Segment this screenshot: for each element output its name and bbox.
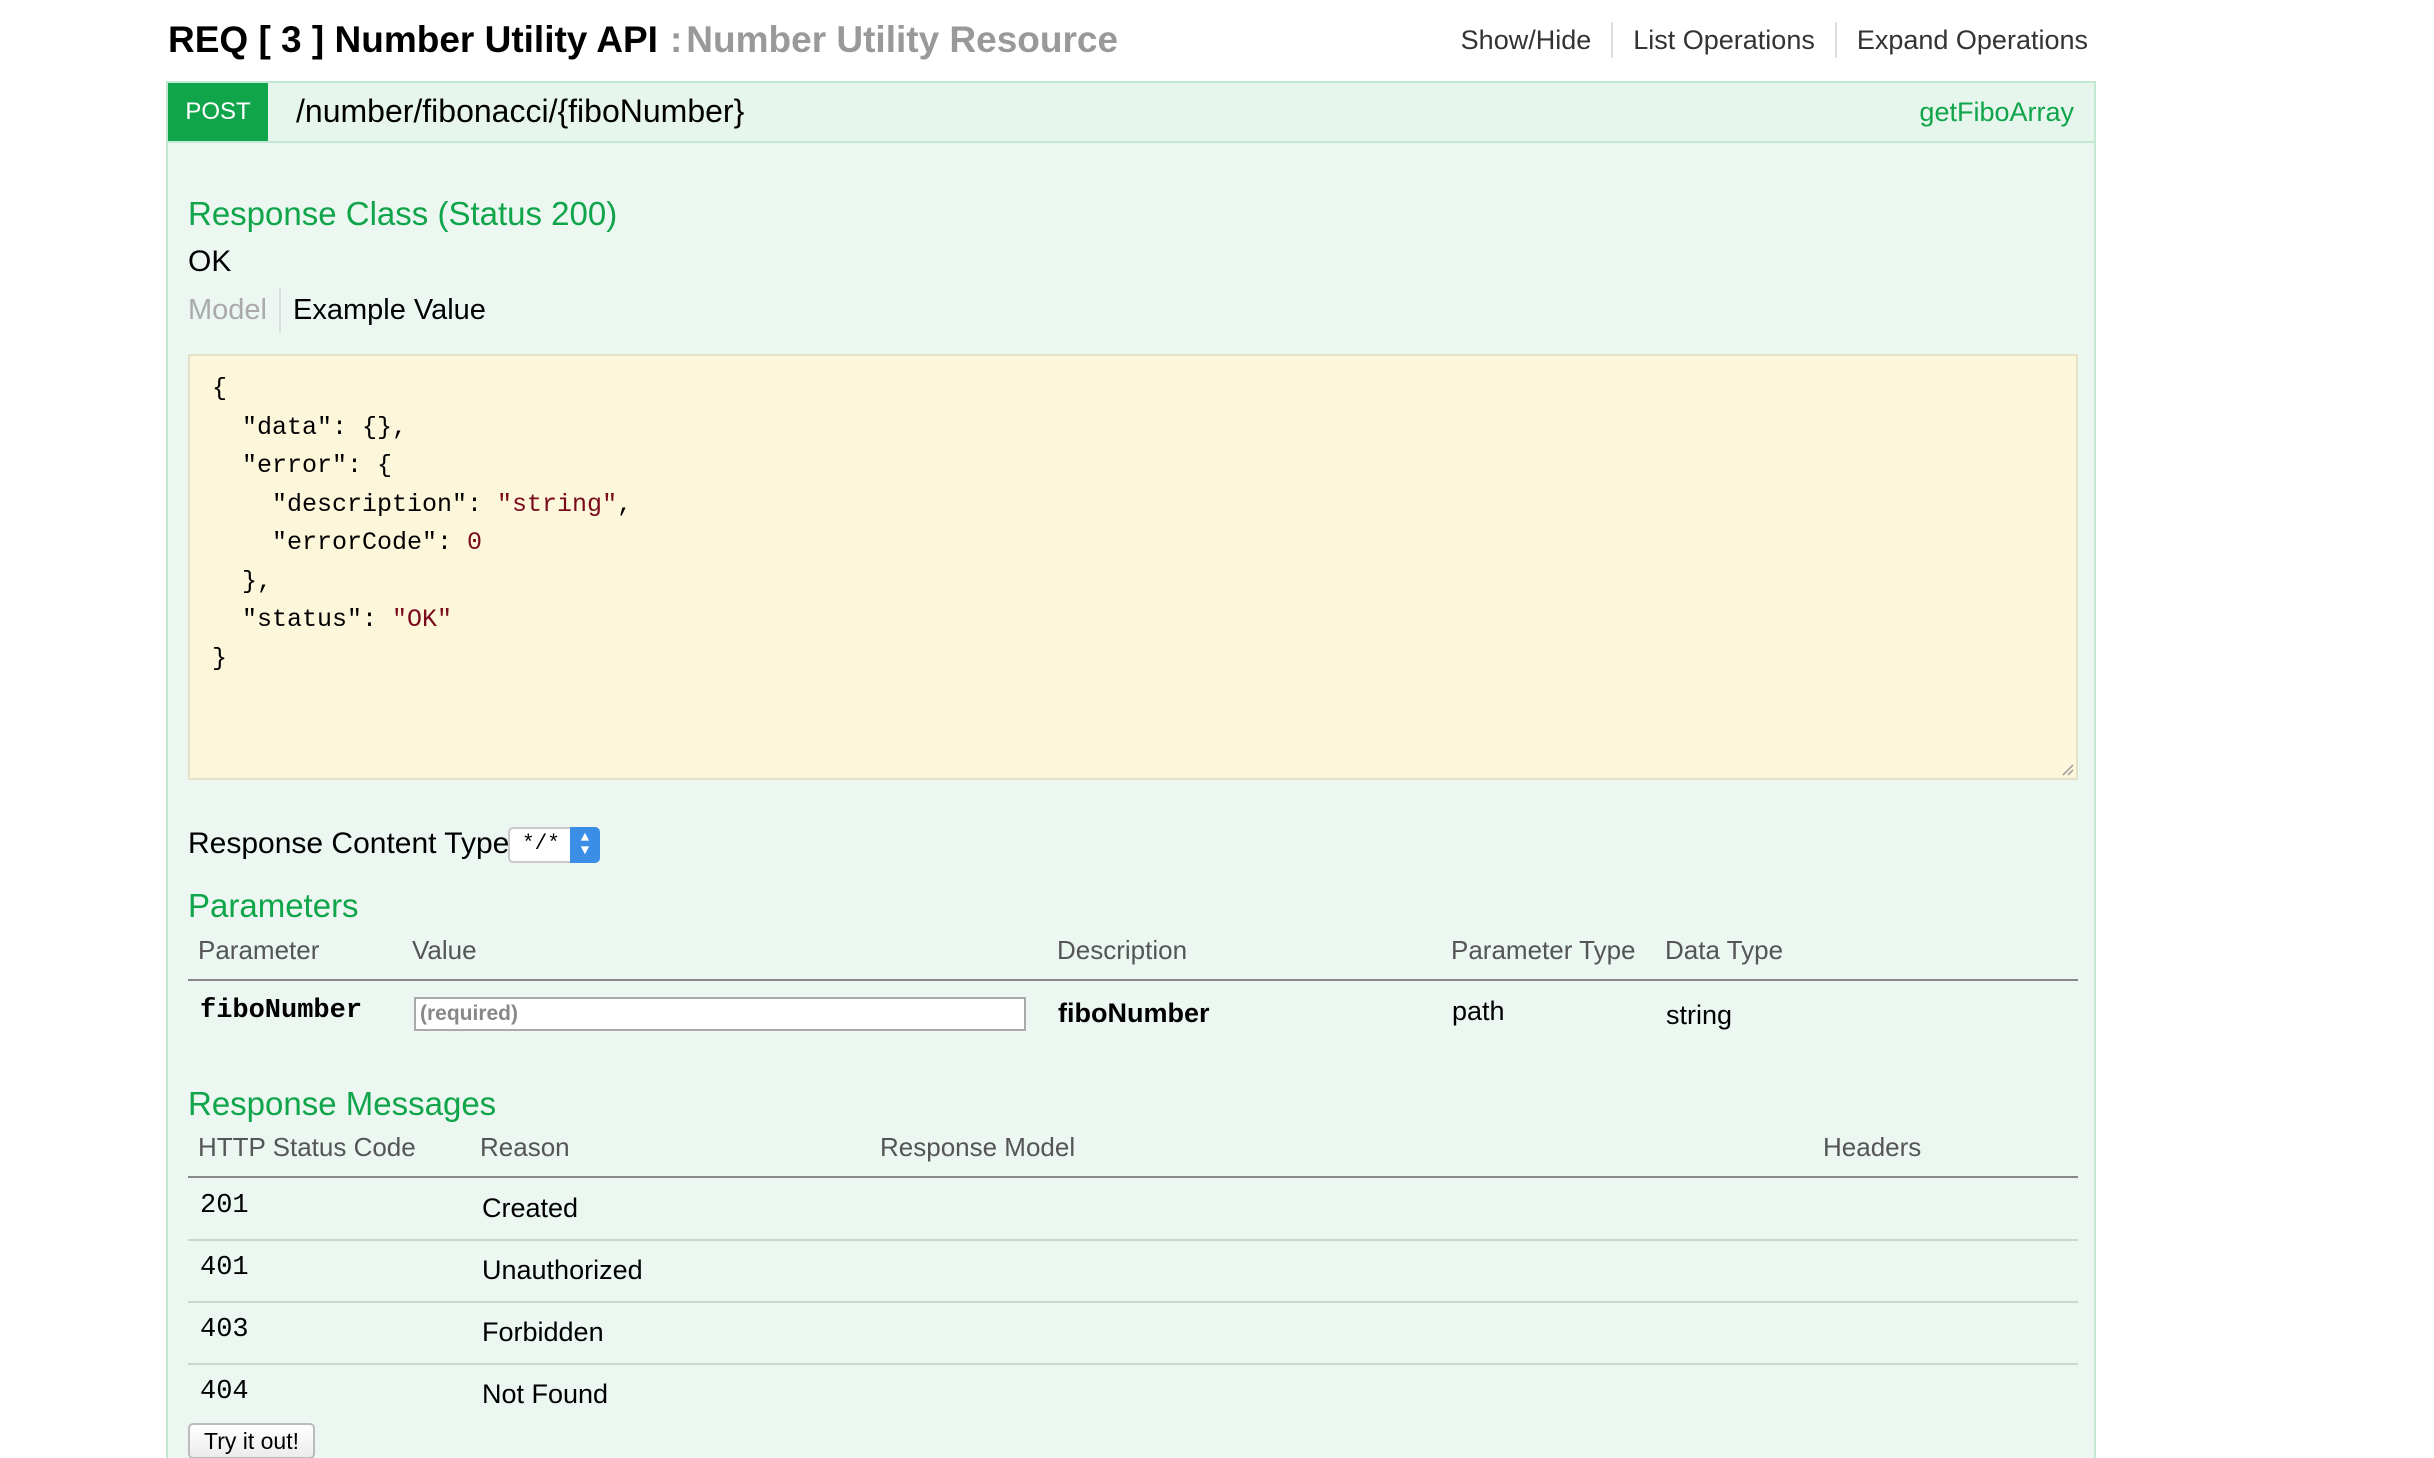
status-reason: Unauthorized	[482, 1255, 643, 1285]
http-method-badge[interactable]: POST	[168, 83, 268, 141]
fibonumber-value-input[interactable]	[414, 997, 1026, 1031]
response-messages-table: HTTP Status Code Reason Response Model H…	[188, 1130, 2078, 1420]
operation-panel: POST /number/fibonacci/{fiboNumber} getF…	[166, 81, 2096, 1458]
status-code: 401	[200, 1253, 249, 1283]
response-class-title: Response Class (Status 200)	[188, 195, 618, 232]
swagger-page: REQ [ 3 ] Number Utility API : Number Ut…	[0, 0, 2434, 1458]
content-type-label: Response Content Type	[188, 827, 510, 860]
param-col-header: Description	[1057, 935, 1188, 965]
param-type: path	[1452, 996, 1505, 1026]
param-col-header: Data Type	[1665, 935, 1784, 965]
status-code: 404	[200, 1377, 249, 1407]
code-line: "errorCode": 0	[212, 528, 483, 557]
show-hide-link[interactable]: Show/Hide	[1441, 22, 1614, 58]
param-col-header: Parameter	[198, 935, 320, 965]
response-messages-title: Response Messages	[188, 1085, 497, 1122]
code-line: }	[212, 643, 228, 673]
content-type-select[interactable]: */* ▲ ▼	[508, 827, 600, 863]
code-string: "string"	[497, 489, 618, 519]
tab-model[interactable]: Model	[188, 288, 281, 332]
resp-col-header: Reason	[480, 1132, 570, 1162]
resp-col-header: Headers	[1823, 1132, 1922, 1162]
code-line: },	[212, 566, 273, 596]
content-type-value: */*	[522, 833, 560, 856]
expand-operations-link[interactable]: Expand Operations	[1837, 22, 2088, 58]
table-row-divider	[188, 1239, 2078, 1241]
tab-example-value[interactable]: Example Value	[281, 288, 498, 332]
example-value-box[interactable]: { "data": {}, "error": { "description": …	[188, 354, 2078, 780]
status-reason: Created	[482, 1193, 579, 1223]
param-description: fiboNumber	[1058, 998, 1210, 1028]
resize-grip-icon[interactable]	[2058, 760, 2074, 776]
table-header-divider	[188, 979, 2078, 981]
list-operations-link[interactable]: List Operations	[1613, 22, 1837, 58]
parameters-title: Parameters	[188, 887, 359, 924]
code-number: 0	[467, 528, 483, 557]
operation-nickname[interactable]: getFiboArray	[1919, 93, 2074, 131]
table-row-divider	[188, 1301, 2078, 1303]
status-reason: Not Found	[482, 1379, 609, 1409]
code-line: "status": "OK"	[212, 605, 453, 634]
response-class-status: OK	[188, 245, 232, 278]
heading-separator: :	[669, 19, 683, 60]
code-line: "data": {},	[212, 412, 408, 442]
operations-links: Show/Hide List Operations Expand Operati…	[1441, 22, 2088, 58]
param-name: fiboNumber	[200, 996, 363, 1026]
try-it-out-button[interactable]: Try it out!	[188, 1423, 315, 1458]
status-code: 403	[200, 1315, 249, 1345]
table-header-divider	[188, 1176, 2078, 1178]
operation-heading[interactable]: POST /number/fibonacci/{fiboNumber} getF…	[168, 83, 2094, 143]
parameters-table: Parameter Value Description Parameter Ty…	[188, 933, 2078, 1053]
param-col-header: Value	[412, 935, 477, 965]
operation-path[interactable]: /number/fibonacci/{fiboNumber}	[296, 89, 744, 133]
model-tabs: Model Example Value	[188, 288, 498, 332]
table-row-divider	[188, 1363, 2078, 1365]
api-name[interactable]: REQ [ 3 ] Number Utility API	[168, 19, 658, 61]
status-code: 201	[200, 1191, 249, 1221]
resource-heading[interactable]: REQ [ 3 ] Number Utility API : Number Ut…	[168, 12, 1118, 68]
resp-col-header: Response Model	[880, 1132, 1076, 1162]
status-reason: Forbidden	[482, 1317, 604, 1347]
select-arrows-icon: ▲ ▼	[570, 827, 600, 863]
resp-col-header: HTTP Status Code	[198, 1132, 416, 1162]
code-line: {	[212, 374, 228, 403]
code-line: "error": {	[212, 451, 393, 480]
code-string: "OK"	[392, 605, 453, 634]
code-line: "description": "string",	[212, 489, 633, 519]
param-data-type: string	[1666, 1000, 1733, 1030]
resource-name[interactable]: Number Utility Resource	[686, 19, 1118, 61]
param-col-header: Parameter Type	[1451, 935, 1636, 965]
